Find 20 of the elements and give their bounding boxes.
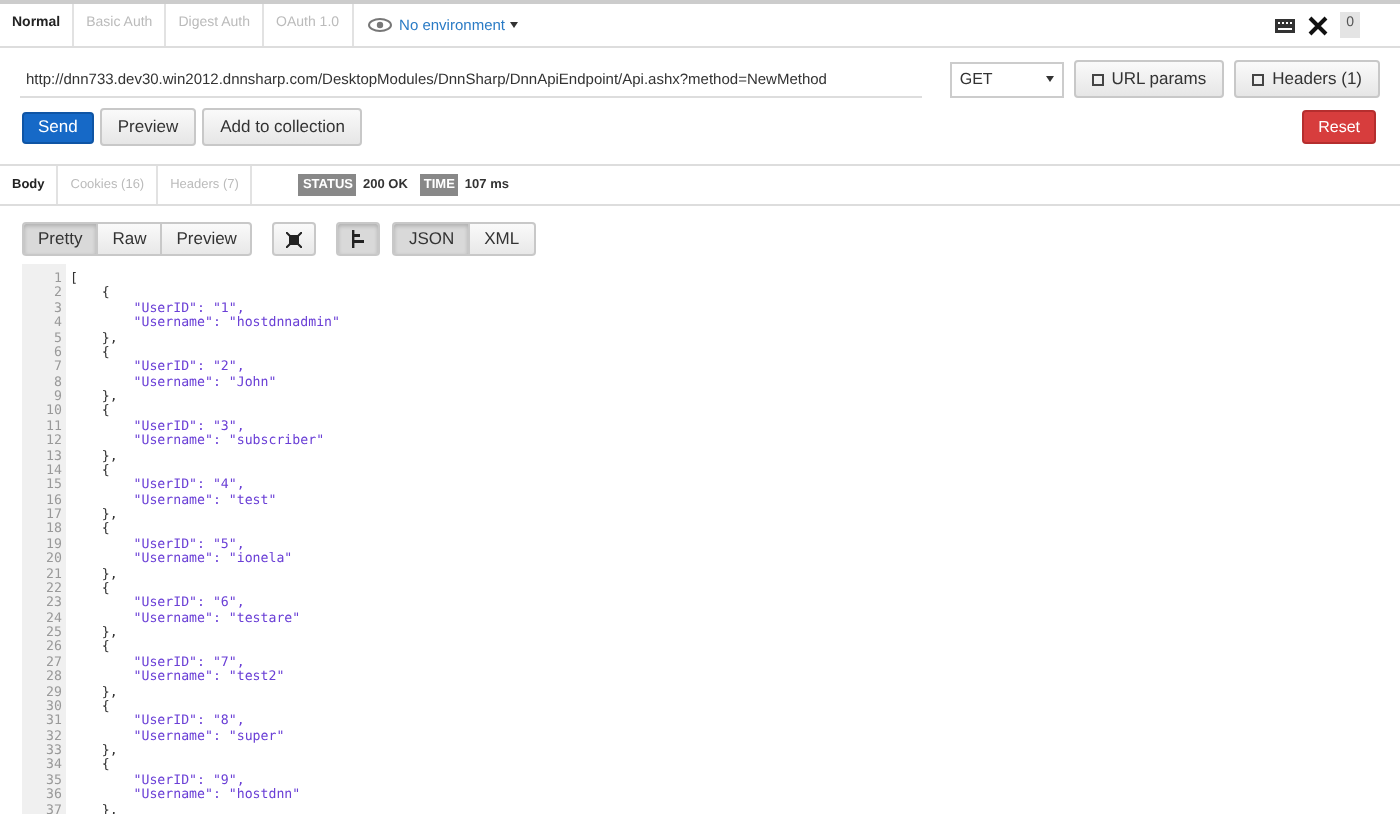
- indent-toggle[interactable]: [336, 222, 381, 256]
- view-toggle[interactable]: Pretty: [22, 222, 99, 256]
- caret-icon: [1045, 76, 1054, 82]
- expand-icon: [286, 231, 303, 247]
- view-toggle[interactable]: JSON: [392, 222, 471, 256]
- caret-icon: [509, 22, 517, 28]
- eye-icon: [367, 18, 392, 32]
- send-button[interactable]: Send: [22, 111, 94, 143]
- view-toggle[interactable]: Preview: [160, 222, 253, 256]
- reset-button[interactable]: Reset: [1302, 110, 1376, 144]
- view-toggle[interactable]: XML: [468, 222, 536, 256]
- headers-button[interactable]: Headers (1): [1234, 60, 1381, 98]
- keyboard-icon[interactable]: [1274, 17, 1297, 33]
- wrap-toggle[interactable]: [272, 222, 317, 256]
- view-toggle[interactable]: Raw: [96, 222, 163, 256]
- add-to-collection-button[interactable]: Add to collection: [202, 108, 363, 146]
- preview-button[interactable]: Preview: [99, 108, 197, 146]
- method-select[interactable]: GET: [949, 61, 1064, 97]
- url-params-button[interactable]: URL params: [1073, 60, 1225, 98]
- indent-icon: [350, 230, 367, 248]
